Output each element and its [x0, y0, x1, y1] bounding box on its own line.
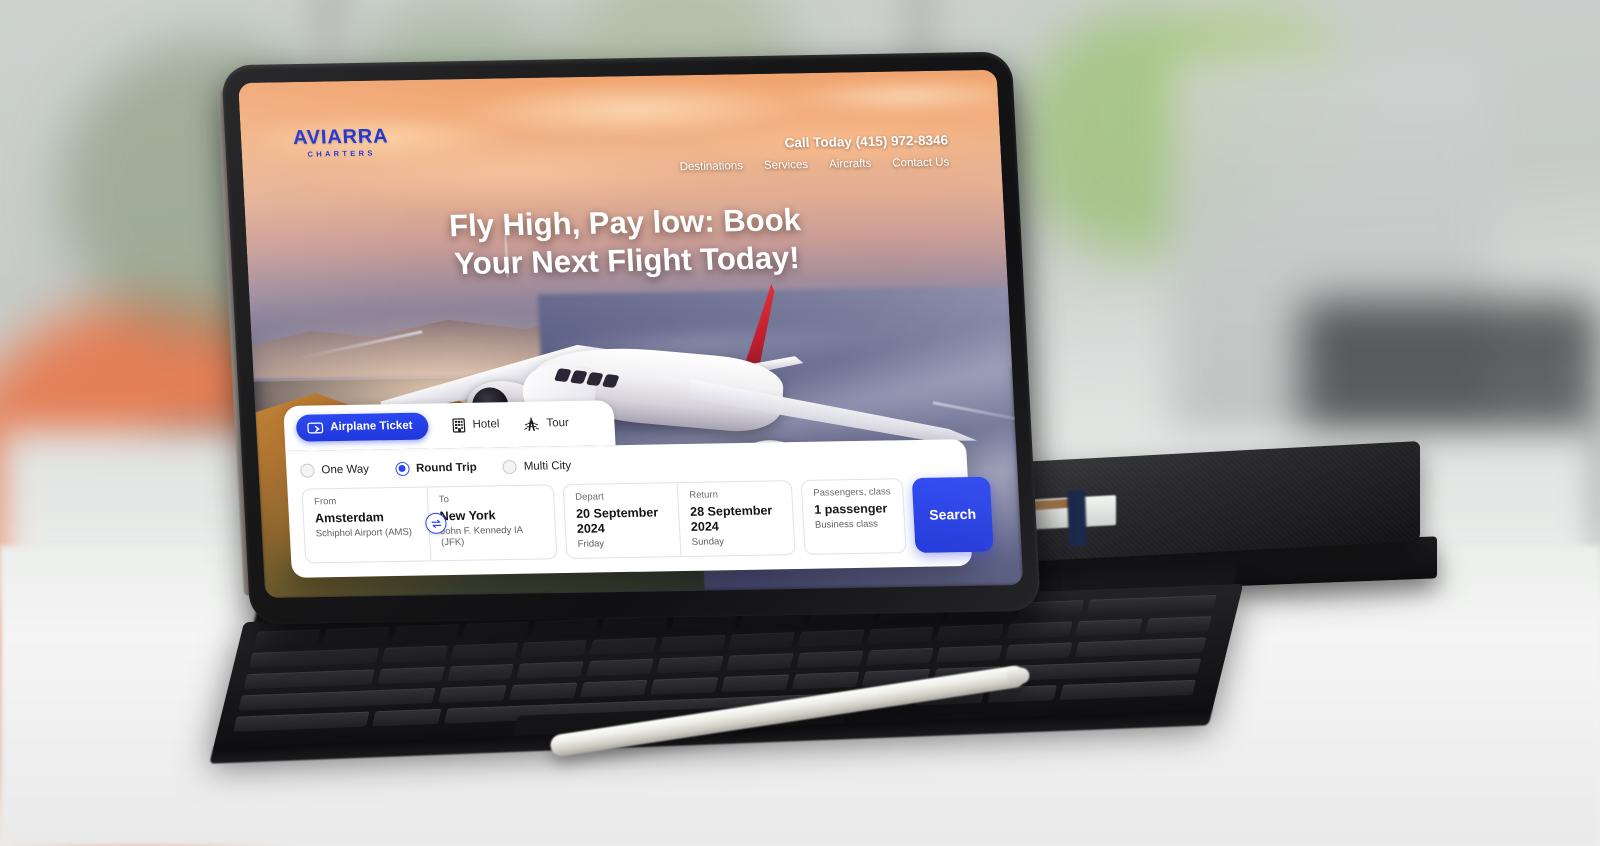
from-city: Amsterdam: [314, 509, 385, 525]
return-date: 28 September 2024: [689, 502, 773, 534]
radio-round-trip-label: Round Trip: [415, 461, 478, 475]
radio-multi-city-label: Multi City: [523, 459, 572, 473]
return-label: Return: [689, 488, 719, 501]
nav-item-aircrafts[interactable]: Aircrafts: [829, 158, 872, 171]
trip-type-radios[interactable]: One Way Round Trip Multi City: [300, 452, 953, 478]
return-field[interactable]: Return 28 September 2024 Sunday: [678, 481, 795, 556]
depart-day: Friday: [577, 538, 605, 550]
nav-item-destinations[interactable]: Destinations: [679, 160, 743, 173]
booking-panel: One Way Round Trip Multi City From Amste…: [285, 438, 994, 578]
booking-fields: From Amsterdam Schiphol Airport (AMS) To…: [301, 476, 994, 564]
dates-group: Depart 20 September 2024 Friday Return 2…: [562, 479, 796, 560]
radio-round-trip[interactable]: Round Trip: [394, 460, 478, 476]
passengers-group: Passengers, class 1 passenger Business c…: [800, 477, 907, 555]
to-airport: John F. Kennedy IA (JFK): [440, 524, 523, 548]
from-label: From: [313, 495, 337, 507]
logo-tagline: CHARTERS: [307, 148, 376, 159]
tab-tour-label: Tour: [546, 417, 570, 430]
website-content: AVIARRA CHARTERS Call Today (415) 972-83…: [238, 70, 1023, 599]
tab-airplane-ticket-label: Airplane Ticket: [329, 419, 413, 434]
airplane-ticket-icon: [307, 421, 324, 434]
radio-multi-city[interactable]: Multi City: [502, 458, 572, 474]
depart-field[interactable]: Depart 20 September 2024 Friday: [564, 483, 681, 558]
depart-label: Depart: [574, 490, 605, 503]
main-navigation[interactable]: Destinations Services Aircrafts Contact …: [679, 157, 949, 174]
tablet-screen: AVIARRA CHARTERS Call Today (415) 972-83…: [238, 69, 1024, 599]
to-field[interactable]: To New York John F. Kennedy IA (JFK): [427, 485, 556, 561]
passengers-label: Passengers, class: [813, 485, 891, 499]
booking-widget: Airplane Ticket Hotel Tour One Way Round…: [283, 394, 994, 578]
booking-tabbar[interactable]: Airplane Ticket Hotel Tour: [283, 399, 616, 451]
to-label: To: [438, 493, 450, 505]
hotel-building-icon: [452, 417, 466, 433]
site-logo[interactable]: AVIARRA CHARTERS: [292, 125, 390, 159]
tab-tour[interactable]: Tour: [523, 416, 569, 432]
logo-wordmark: AVIARRA: [292, 125, 389, 149]
call-today-phone[interactable]: Call Today (415) 972-8346: [784, 133, 948, 151]
nav-item-services[interactable]: Services: [764, 159, 809, 172]
tab-hotel[interactable]: Hotel: [452, 417, 500, 433]
to-city: New York: [439, 507, 496, 523]
search-button[interactable]: Search: [911, 476, 994, 553]
tab-hotel-label: Hotel: [472, 418, 500, 431]
nav-item-contact-us[interactable]: Contact Us: [892, 157, 950, 170]
passengers-class: Business class: [814, 518, 879, 531]
radio-one-way-label: One Way: [321, 463, 370, 476]
hero-headline: Fly High, Pay low: Book Your Next Flight…: [245, 198, 1007, 287]
radio-dot: [502, 459, 518, 474]
from-field[interactable]: From Amsterdam Schiphol Airport (AMS): [302, 487, 430, 563]
depart-date: 20 September 2024: [575, 504, 659, 536]
radio-one-way[interactable]: One Way: [300, 462, 370, 478]
tablet-device: AVIARRA CHARTERS Call Today (415) 972-83…: [217, 51, 1041, 641]
return-day: Sunday: [691, 536, 725, 548]
notebook-elastic-band: [1067, 489, 1087, 547]
from-airport: Schiphol Airport (AMS): [315, 526, 413, 540]
radio-dot-selected: [394, 461, 410, 476]
passengers-field[interactable]: Passengers, class 1 passenger Business c…: [802, 479, 906, 554]
route-group: From Amsterdam Schiphol Airport (AMS) To…: [301, 483, 558, 564]
radio-dot: [300, 462, 315, 478]
passengers-count: 1 passenger: [813, 500, 888, 517]
eiffel-tower-icon: [523, 416, 540, 431]
tab-airplane-ticket[interactable]: Airplane Ticket: [295, 412, 430, 442]
scene-root: AVIARRA CHARTERS Call Today (415) 972-83…: [0, 0, 1600, 846]
